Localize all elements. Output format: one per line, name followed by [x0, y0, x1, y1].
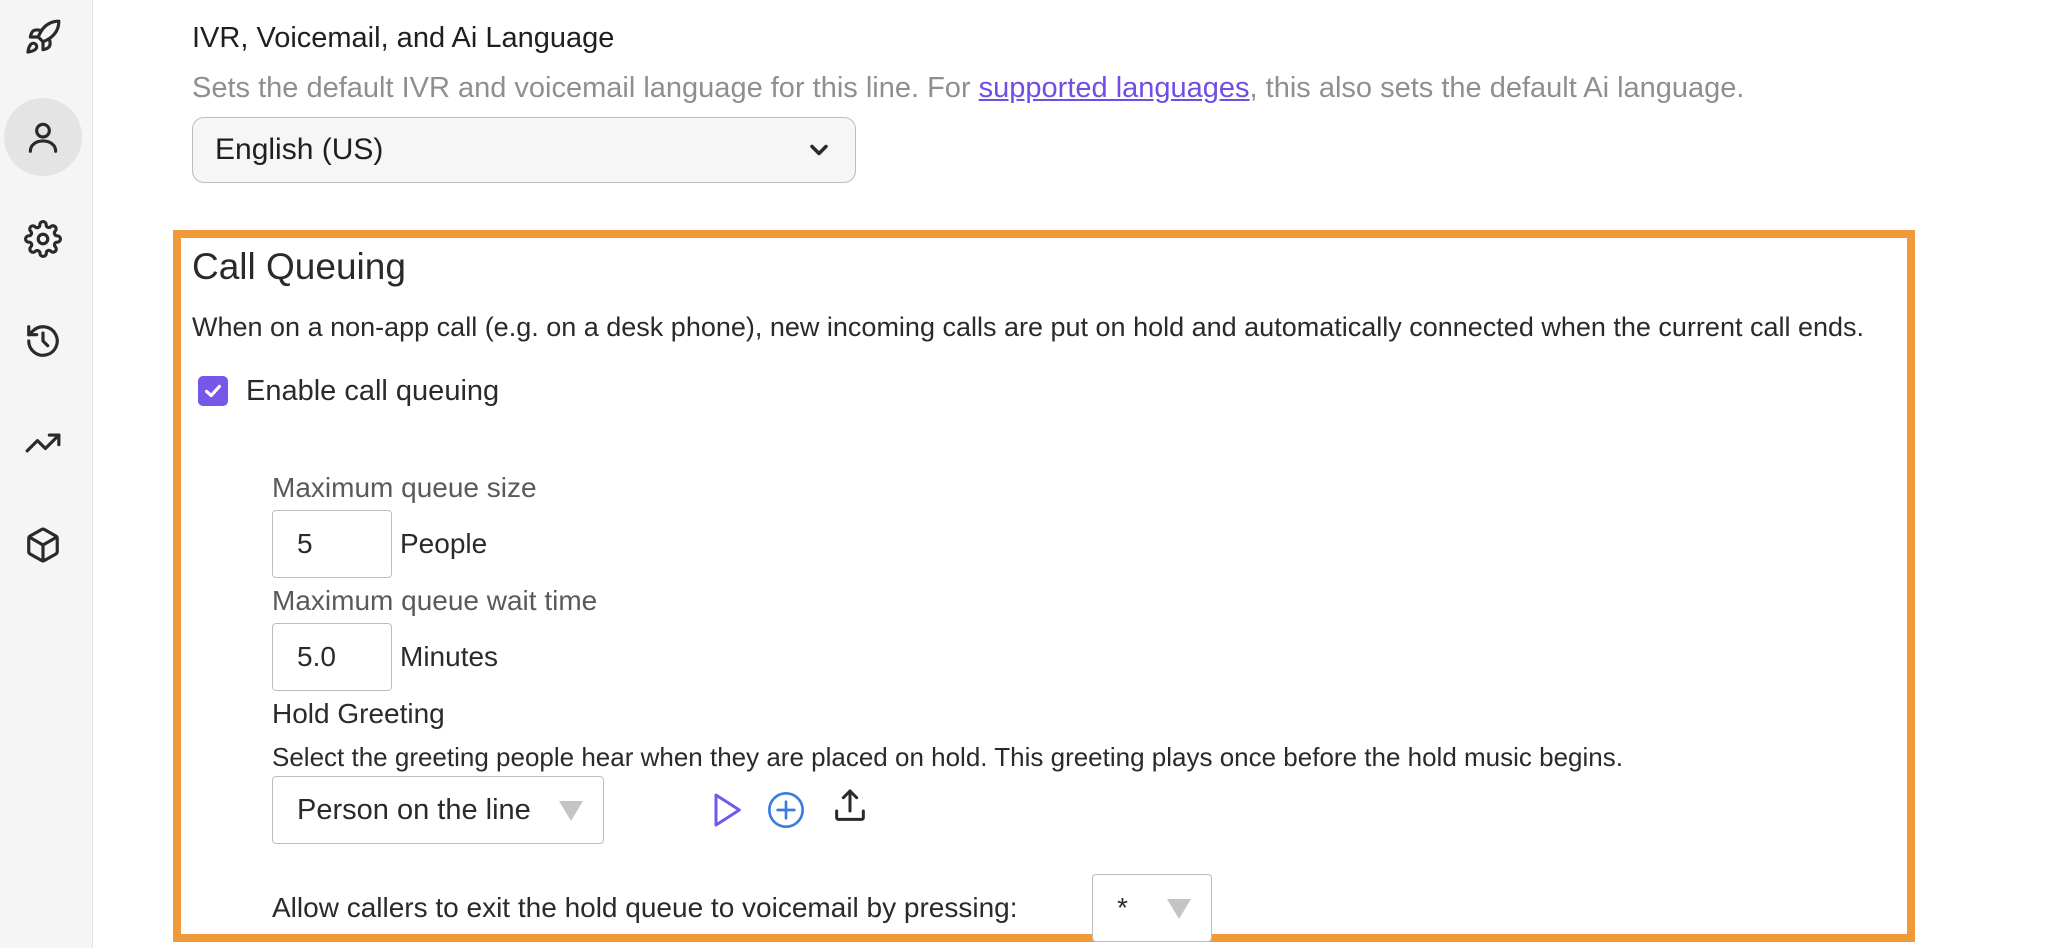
language-desc-before: Sets the default IVR and voicemail langu… [192, 72, 979, 104]
call-queuing-title: Call Queuing [192, 246, 406, 287]
play-icon [714, 793, 741, 827]
max-queue-size-label: Maximum queue size [272, 472, 537, 503]
gear-icon[interactable] [4, 200, 82, 278]
max-queue-wait-value: 5.0 [297, 641, 336, 672]
max-queue-size-input[interactable]: 5 [272, 510, 392, 578]
language-desc-after: , this also sets the default Ai language… [1249, 72, 1745, 104]
max-queue-size-unit: People [400, 528, 488, 559]
max-queue-wait-input[interactable]: 5.0 [272, 623, 392, 691]
add-greeting-button[interactable] [764, 788, 808, 832]
upload-greeting-button[interactable] [828, 784, 872, 828]
language-description: Sets the default IVR and voicemail langu… [192, 72, 1745, 105]
max-queue-wait-unit: Minutes [400, 641, 499, 672]
hold-greeting-title: Hold Greeting [272, 698, 445, 729]
enable-call-queuing-label[interactable]: Enable call queuing [246, 375, 499, 408]
check-icon [204, 384, 222, 398]
exit-key-value: * [1117, 892, 1128, 923]
hold-greeting-value: Person on the line [297, 793, 531, 826]
exit-queue-label: Allow callers to exit the hold queue to … [272, 892, 1018, 923]
language-select-value: English (US) [215, 133, 384, 166]
play-greeting-button[interactable] [704, 788, 748, 832]
triangle-down-icon [559, 801, 583, 821]
rocket-icon[interactable] [4, 0, 82, 76]
call-queuing-description: When on a non-app call (e.g. on a desk p… [192, 312, 1865, 342]
language-select[interactable]: English (US) [192, 117, 856, 183]
user-icon[interactable] [4, 98, 82, 176]
language-section-title: IVR, Voicemail, and Ai Language [192, 22, 615, 54]
trending-icon[interactable] [4, 404, 82, 482]
history-icon[interactable] [4, 302, 82, 380]
upload-icon [835, 789, 865, 821]
plus-circle-icon [768, 792, 804, 828]
max-queue-size-value: 5 [297, 528, 313, 559]
max-queue-wait-label: Maximum queue wait time [272, 585, 598, 616]
enable-call-queuing-checkbox[interactable] [198, 376, 228, 406]
hold-greeting-select[interactable]: Person on the line [272, 776, 604, 844]
main-content: IVR, Voicemail, and Ai Language Sets the… [92, 0, 2046, 948]
cube-icon[interactable] [4, 506, 82, 584]
triangle-down-icon [1167, 899, 1191, 919]
supported-languages-link[interactable]: supported languages [979, 72, 1250, 104]
sidebar [0, 0, 93, 948]
hold-greeting-description: Select the greeting people hear when the… [272, 742, 1623, 772]
chevron-down-icon [805, 136, 833, 164]
exit-key-select[interactable]: * [1092, 874, 1212, 942]
